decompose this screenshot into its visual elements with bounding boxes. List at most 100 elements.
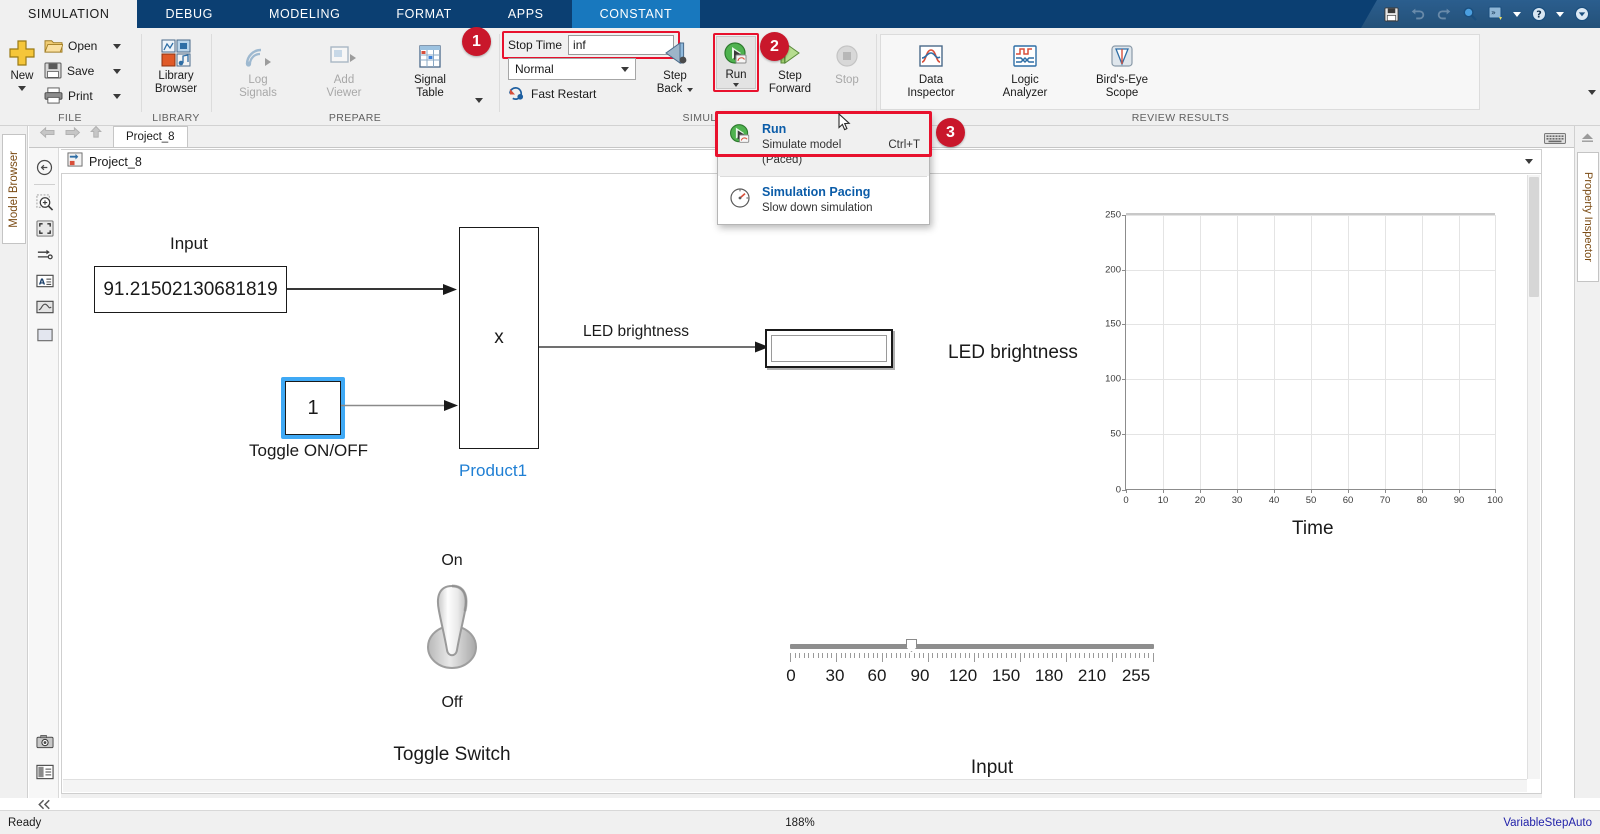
open-button[interactable]: Open: [44, 37, 97, 54]
log-signals-button[interactable]: Log Signals: [226, 40, 290, 100]
x-tick-label: 60: [1342, 495, 1354, 506]
shortcuts-chevron-down-icon[interactable]: [1513, 11, 1521, 17]
logic-analyzer-button[interactable]: Logic Analyzer: [985, 40, 1065, 100]
ribbon-group-simulate: Stop Time Normal Fast Restart Step Back: [500, 28, 875, 126]
annotation-image-icon[interactable]: [33, 295, 56, 318]
collapse-up-icon[interactable]: [1580, 130, 1595, 148]
annotation-text-icon[interactable]: A: [33, 269, 56, 292]
fit-to-view-icon[interactable]: [33, 217, 56, 240]
status-zoom-level[interactable]: 188%: [785, 817, 814, 829]
step-forward-label-line2: Forward: [768, 83, 812, 95]
annotation-area-icon[interactable]: [33, 323, 56, 346]
stop-button[interactable]: Stop: [815, 40, 879, 87]
step-back-chevron-down-icon[interactable]: [687, 87, 694, 92]
save-icon[interactable]: [1383, 6, 1400, 23]
slider-widget[interactable]: 0 30 60 90 120 150 180 210 255 Input: [782, 629, 1202, 778]
product1-block[interactable]: x: [459, 227, 539, 449]
log-signals-icon: [243, 40, 273, 74]
simulation-mode-chevron-down-icon[interactable]: [621, 66, 629, 72]
ribbon-expand-chevron-down-icon[interactable]: [1588, 90, 1596, 95]
menu-item-run-title: Run: [762, 122, 787, 136]
menu-item-simulation-pacing-subtitle: Slow down simulation: [762, 202, 873, 214]
menu-item-simulation-pacing[interactable]: Simulation Pacing Slow down simulation: [718, 177, 929, 224]
open-chevron-down-icon[interactable]: [113, 44, 121, 49]
breadcrumb-chevron-down-icon[interactable]: [1525, 159, 1533, 164]
scope-widget[interactable]: 0 50 100 150 200 250 0 10 20 30 40 50 60…: [1092, 210, 1503, 511]
ribbon-group-prepare: Log Signals Add Viewer Signal Table PREP…: [212, 28, 498, 126]
signal-table-button[interactable]: Signal Table: [398, 40, 462, 100]
left-panel: Model Browser: [0, 126, 28, 798]
canvas-vertical-scrollbar[interactable]: [1527, 175, 1540, 779]
x-tick-label: 40: [1268, 495, 1280, 506]
help-icon[interactable]: ?: [1530, 6, 1547, 23]
run-chevron-down-icon[interactable]: [733, 83, 739, 87]
tab-format[interactable]: FORMAT: [368, 0, 479, 28]
help-chevron-down-icon[interactable]: [1556, 11, 1564, 17]
prepare-more-chevron-down-icon[interactable]: [475, 98, 483, 103]
canvas-vertical-scrollbar-thumb[interactable]: [1529, 177, 1539, 297]
save-chevron-down-icon[interactable]: [113, 69, 121, 74]
tab-debug[interactable]: DEBUG: [137, 0, 240, 28]
tab-format-label: FORMAT: [396, 7, 452, 21]
model-canvas[interactable]: Input 91.21502130681819 1 Toggle ON/OFF …: [61, 174, 1542, 794]
add-viewer-button[interactable]: Add Viewer: [312, 40, 376, 100]
toggle-onoff-label: Toggle ON/OFF: [249, 441, 369, 460]
editor-tab-label: Project_8: [126, 131, 175, 143]
signal-table-icon: [416, 40, 444, 74]
new-button[interactable]: New: [2, 36, 42, 91]
up-arrow-icon[interactable]: [89, 125, 103, 144]
toggle-switch-lever[interactable]: [423, 580, 481, 672]
menu-item-run[interactable]: Run Simulate model (Paced) Ctrl+T: [718, 114, 929, 176]
tab-modeling[interactable]: MODELING: [241, 0, 368, 28]
simulation-mode-select[interactable]: Normal: [508, 58, 636, 80]
gridline-v: [1348, 215, 1349, 489]
display-block[interactable]: [765, 329, 893, 368]
property-inspector-tab[interactable]: Property Inspector: [1577, 152, 1599, 282]
screenshot-camera-icon[interactable]: [33, 730, 56, 753]
constant-input-block[interactable]: 91.21502130681819: [94, 266, 287, 313]
run-button[interactable]: Run: [716, 36, 756, 89]
tab-apps[interactable]: APPS: [480, 0, 572, 28]
x-tick-label: 0: [1123, 495, 1129, 506]
library-browser-button[interactable]: Library Browser: [144, 36, 208, 96]
toggle-switch-caption: Toggle Switch: [393, 744, 511, 765]
toggle-onoff-block[interactable]: 1: [285, 381, 341, 435]
collapse-ribbon-icon[interactable]: [1573, 6, 1590, 23]
y-tick-mark: [1122, 434, 1126, 435]
back-to-parent-icon[interactable]: [33, 156, 56, 179]
editor-tab-project8[interactable]: Project_8: [113, 126, 188, 147]
keyboard-shortcut-icon[interactable]: [1544, 131, 1566, 149]
slider-track[interactable]: [790, 644, 1154, 649]
step-back-button[interactable]: Step Back: [643, 36, 707, 96]
model-browser-tab[interactable]: Model Browser: [2, 134, 26, 244]
zoom-in-icon[interactable]: [33, 191, 56, 214]
gridline-v: [1237, 215, 1238, 489]
new-chevron-down-icon[interactable]: [18, 86, 26, 91]
x-tick-mark: [1274, 489, 1275, 493]
back-arrow-icon[interactable]: [39, 126, 56, 144]
toggle-switch-widget[interactable]: On Off Toggle Switch: [392, 552, 512, 772]
signal-routing-icon[interactable]: [33, 243, 56, 266]
tab-constant[interactable]: CONSTANT: [571, 0, 701, 28]
x-tick-label: 100: [1487, 495, 1503, 506]
fast-restart-toggle[interactable]: Fast Restart: [508, 86, 596, 101]
canvas-horizontal-scrollbar[interactable]: [63, 779, 1527, 792]
birds-eye-scope-button[interactable]: Bird's-Eye Scope: [1079, 40, 1165, 100]
step-back-label-line2: Back: [656, 83, 683, 95]
status-solver[interactable]: VariableStepAuto: [1503, 817, 1592, 829]
print-button[interactable]: Print: [44, 87, 93, 104]
birds-eye-scope-label-line2: Scope: [1105, 87, 1139, 99]
search-icon[interactable]: [1461, 6, 1478, 23]
shortcuts-icon[interactable]: »: [1487, 6, 1504, 23]
y-tick-label: 100: [1105, 373, 1121, 385]
print-chevron-down-icon[interactable]: [113, 94, 121, 99]
tab-simulation[interactable]: SIMULATION: [0, 0, 138, 28]
canvas-bottom-filler: [61, 794, 1542, 798]
stop-label: Stop: [835, 74, 859, 86]
forward-arrow-icon[interactable]: [64, 126, 81, 144]
signal-table-label-line1: Signal: [414, 74, 446, 86]
slider-handle[interactable]: [906, 639, 917, 652]
model-info-icon[interactable]: [33, 760, 56, 783]
data-inspector-button[interactable]: Data Inspector: [891, 40, 971, 100]
save-button[interactable]: Save: [44, 62, 94, 79]
